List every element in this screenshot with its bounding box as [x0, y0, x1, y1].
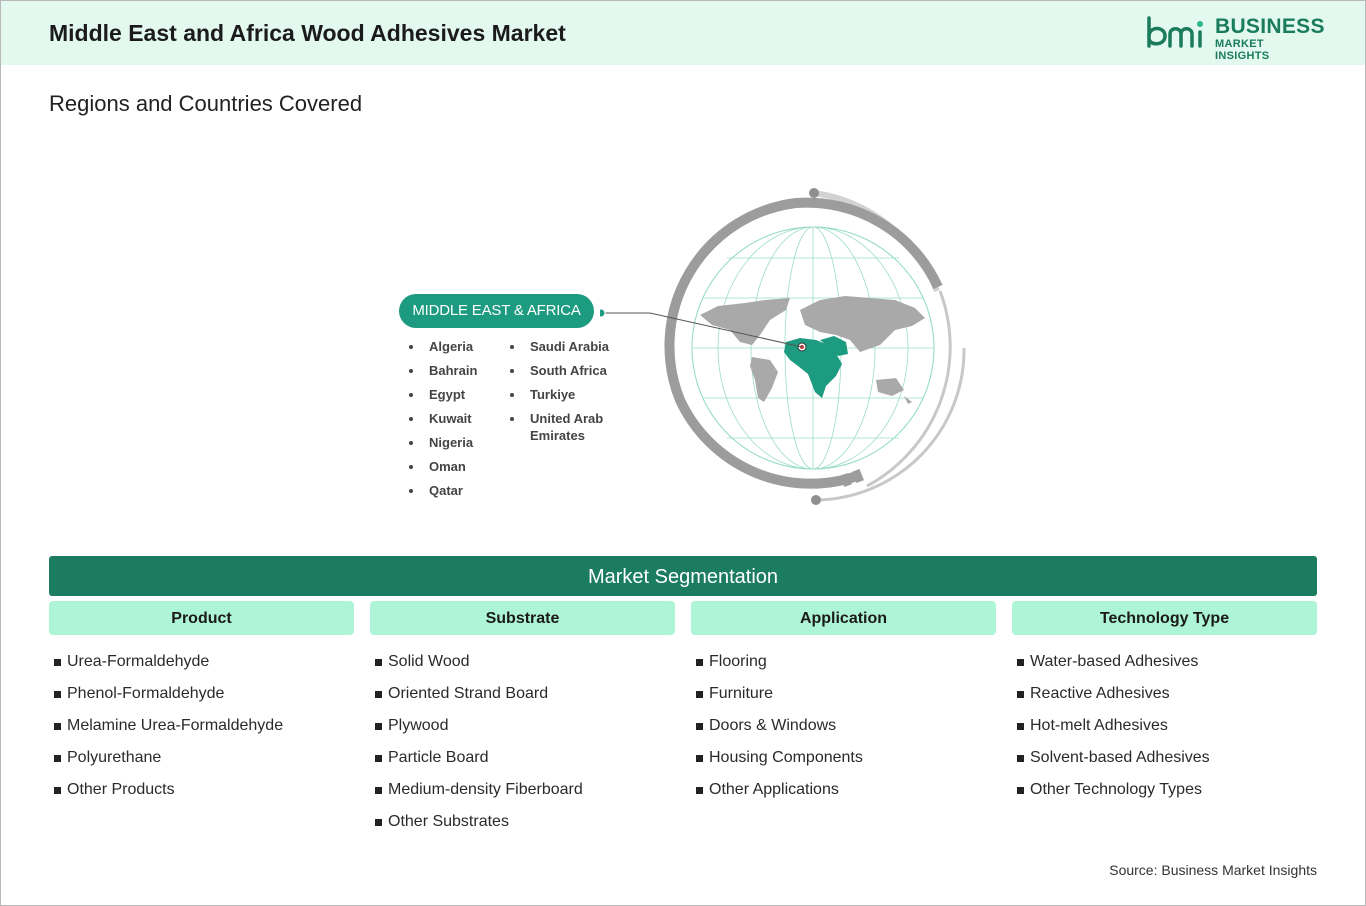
- segment-column-product: Product Urea-Formaldehyde Phenol-Formald…: [49, 601, 354, 811]
- list-item: Egypt: [407, 386, 497, 410]
- regions-section-title: Regions and Countries Covered: [49, 91, 363, 116]
- list-item: Water-based Adhesives: [1012, 651, 1317, 683]
- list-item: South Africa: [508, 362, 618, 386]
- list-item: Medium-density Fiberboard: [370, 779, 675, 811]
- segment-heading: Substrate: [370, 601, 675, 635]
- list-item: Hot-melt Adhesives: [1012, 715, 1317, 747]
- world-globe-icon: [600, 188, 966, 505]
- country-list-left: Algeria Bahrain Egypt Kuwait Nigeria Oma…: [407, 338, 497, 506]
- list-item: Oman: [407, 458, 497, 482]
- list-item: Nigeria: [407, 434, 497, 458]
- list-item: Other Technology Types: [1012, 779, 1317, 811]
- segment-heading: Application: [691, 601, 996, 635]
- list-item: Doors & Windows: [691, 715, 996, 747]
- logo-line-1: BUSINESS: [1215, 15, 1325, 38]
- segment-column-technology-type: Technology Type Water-based Adhesives Re…: [1012, 601, 1317, 811]
- list-item: Other Products: [49, 779, 354, 811]
- bmi-logo-icon: [1147, 16, 1203, 48]
- list-item: Algeria: [407, 338, 497, 362]
- segment-list: Solid Wood Oriented Strand Board Plywood…: [370, 651, 675, 843]
- list-item: Polyurethane: [49, 747, 354, 779]
- list-item: Housing Components: [691, 747, 996, 779]
- list-item: Turkiye: [508, 386, 618, 410]
- list-item: Other Applications: [691, 779, 996, 811]
- source-note: Source: Business Market Insights: [1109, 862, 1317, 878]
- list-item: Bahrain: [407, 362, 497, 386]
- list-item: Plywood: [370, 715, 675, 747]
- country-list-right: Saudi Arabia South Africa Turkiye United…: [508, 338, 618, 450]
- list-item: Other Substrates: [370, 811, 675, 843]
- segment-column-application: Application Flooring Furniture Doors & W…: [691, 601, 996, 811]
- logo-line-2: MARKET INSIGHTS: [1215, 38, 1270, 62]
- list-item: Kuwait: [407, 410, 497, 434]
- list-item: Melamine Urea-Formaldehyde: [49, 715, 354, 747]
- segment-list: Water-based Adhesives Reactive Adhesives…: [1012, 651, 1317, 811]
- list-item: Phenol-Formaldehyde: [49, 683, 354, 715]
- list-item: United Arab Emirates: [508, 410, 618, 450]
- list-item: Solid Wood: [370, 651, 675, 683]
- list-item: Furniture: [691, 683, 996, 715]
- segment-list: Flooring Furniture Doors & Windows Housi…: [691, 651, 996, 811]
- segment-list: Urea-Formaldehyde Phenol-Formaldehyde Me…: [49, 651, 354, 811]
- segment-heading: Technology Type: [1012, 601, 1317, 635]
- list-item: Saudi Arabia: [508, 338, 618, 362]
- list-item: Qatar: [407, 482, 497, 506]
- list-item: Particle Board: [370, 747, 675, 779]
- list-item: Oriented Strand Board: [370, 683, 675, 715]
- segment-column-substrate: Substrate Solid Wood Oriented Strand Boa…: [370, 601, 675, 843]
- list-item: Flooring: [691, 651, 996, 683]
- page-title: Middle East and Africa Wood Adhesives Ma…: [49, 20, 566, 46]
- list-item: Solvent-based Adhesives: [1012, 747, 1317, 779]
- segmentation-band: Market Segmentation: [49, 556, 1317, 596]
- list-item: Reactive Adhesives: [1012, 683, 1317, 715]
- list-item: Urea-Formaldehyde: [49, 651, 354, 683]
- brand-logo: BUSINESS MARKET INSIGHTS: [1145, 14, 1324, 62]
- segment-heading: Product: [49, 601, 354, 635]
- region-label-pill: MIDDLE EAST & AFRICA: [399, 294, 594, 328]
